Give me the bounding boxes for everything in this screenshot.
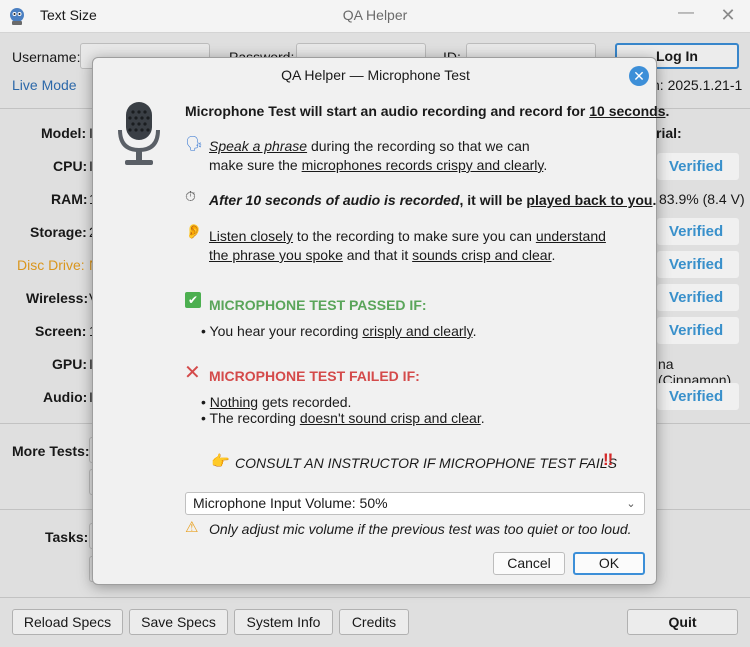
check-mark-icon: ✔ <box>185 292 201 308</box>
cancel-button[interactable]: Cancel <box>493 552 565 575</box>
speak-line-1: Speak a phrase during the recording so t… <box>209 138 530 154</box>
failed-end: . <box>480 410 485 426</box>
title-bar: Text Size QA Helper — ✕ <box>0 0 750 33</box>
failed-bullet-1: • Nothing gets recorded. <box>201 394 351 410</box>
ear-icon: 👂 <box>185 223 203 239</box>
consult-text: CONSULT AN INSTRUCTOR IF MICROPHONE TEST… <box>235 455 617 471</box>
ok-button[interactable]: OK <box>573 552 645 575</box>
failed-part: gets recorded. <box>258 394 352 410</box>
passed-part: You hear your recording <box>205 323 363 339</box>
passed-bullet-1: • You hear your recording crisply and cl… <box>201 323 476 339</box>
listen-part: sounds crisp and clear <box>412 247 552 263</box>
listen-part: and that it <box>342 247 413 263</box>
stopwatch-icon: ⏱ <box>185 188 196 204</box>
listen-line-1: Listen closely to the recording to make … <box>209 228 606 244</box>
speak-part: during the recording so that we can <box>307 138 530 154</box>
after-text: After 10 seconds of audio is recorded, i… <box>209 192 656 208</box>
after-emphasis: played back to you <box>526 192 653 208</box>
listen-part: Listen closely <box>209 228 294 244</box>
after-part: After 10 seconds of audio is recorded <box>209 192 460 208</box>
after-end: . <box>652 192 657 208</box>
intro-text: Microphone Test will start an audio reco… <box>185 103 669 119</box>
failed-part: The recording <box>205 410 300 426</box>
intro-part: Microphone Test will start an audio reco… <box>185 103 590 119</box>
speak-emphasis: microphones records crispy and clearly <box>301 157 544 173</box>
listen-line-2: the phrase you spoke and that it sounds … <box>209 247 555 263</box>
intro-emphasis: 10 seconds <box>589 103 666 119</box>
listen-part: to the recording to make sure you can <box>293 228 536 244</box>
listen-end: . <box>551 247 556 263</box>
bullet: • <box>201 394 206 410</box>
microphone-test-dialog: QA Helper — Microphone Test ✕ Microphone… <box>92 57 669 585</box>
cross-mark-icon: ✕ <box>184 362 201 384</box>
window-title: QA Helper <box>342 7 408 23</box>
pointing-hand-icon: 👉 <box>211 453 230 470</box>
volume-selected-value: Microphone Input Volume: 50% <box>193 495 388 511</box>
dialog-title-name: Microphone Test <box>367 67 470 83</box>
speaking-head-icon: 🗣 <box>185 135 203 151</box>
chevron-down-icon: ⌄ <box>626 498 636 510</box>
warning-text: Only adjust mic volume if the previous t… <box>209 521 632 537</box>
after-part: , it will be <box>459 192 527 208</box>
failed-emphasis: doesn't sound crisp and clear <box>299 410 481 426</box>
failed-heading: MICROPHONE TEST FAILED IF: <box>209 368 420 384</box>
dialog-app-name: QA Helper <box>281 67 346 83</box>
speak-phrase: Speak a phrase <box>209 138 308 154</box>
speak-end: . <box>543 157 548 173</box>
passed-heading: MICROPHONE TEST PASSED IF: <box>209 297 427 313</box>
listen-part: understand <box>535 228 606 244</box>
failed-emphasis: Nothing <box>209 394 259 410</box>
speak-part: make sure the <box>209 157 302 173</box>
dialog-title-separator: — <box>349 67 364 83</box>
passed-emphasis: crisply and clearly <box>362 323 473 339</box>
warning-icon: ⚠ <box>185 519 199 536</box>
close-icon[interactable]: ✕ <box>718 5 738 25</box>
microphone-volume-select[interactable]: Microphone Input Volume: 50% ⌄ <box>185 492 645 515</box>
passed-end: . <box>472 323 477 339</box>
speak-line-2: make sure the microphones records crispy… <box>209 157 547 173</box>
microphone-icon <box>118 102 160 165</box>
dialog-close-icon[interactable]: ✕ <box>629 66 649 86</box>
failed-bullet-2: • The recording doesn't sound crisp and … <box>201 410 485 426</box>
double-exclamation-icon: ‼ <box>603 450 614 469</box>
listen-part: the phrase you spoke <box>209 247 343 263</box>
minimize-icon[interactable]: — <box>677 4 695 26</box>
dialog-title: QA Helper — Microphone Test <box>93 67 658 83</box>
intro-end: . <box>665 103 670 119</box>
